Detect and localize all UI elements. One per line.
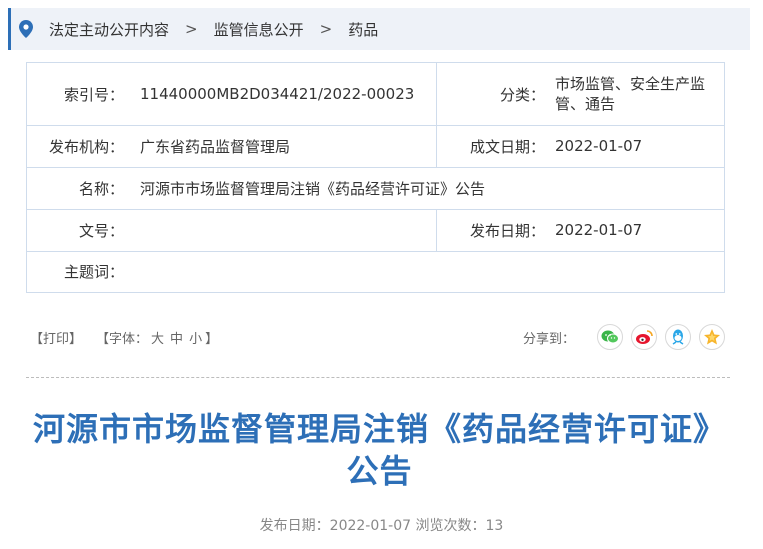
publisher-label: 发布机构： xyxy=(48,137,124,156)
font-size-control: 【字体：大中小】 xyxy=(96,328,218,347)
qq-icon[interactable] xyxy=(665,324,691,350)
article-title: 河源市市场监督管理局注销《药品经营许可证》公告 xyxy=(32,410,726,490)
font-size-large-button[interactable]: 大 xyxy=(151,332,164,347)
location-pin-icon xyxy=(19,20,37,38)
font-size-prefix: 【字体： xyxy=(96,331,149,347)
share-label: 分享到： xyxy=(522,331,575,347)
weibo-icon[interactable] xyxy=(631,324,657,350)
metadata-row-subject: 主题词： xyxy=(27,251,724,292)
name-label: 名称： xyxy=(78,179,124,198)
subject-label: 主题词： xyxy=(63,263,124,281)
font-size-medium-button[interactable]: 中 xyxy=(170,332,183,347)
wechat-icon[interactable] xyxy=(597,324,623,350)
breadcrumb-separator: > xyxy=(185,20,198,38)
doc-number-label: 文号： xyxy=(78,221,124,240)
article-toolbar: 【打印】 【字体：大中小】 分享到： xyxy=(30,320,725,354)
metadata-row-name: 名称： 河源市市场监督管理局注销《药品经营许可证》公告 xyxy=(27,167,724,210)
metadata-row-index: 索引号： 11440000MB2D034421/2022-00023 分类： 市… xyxy=(27,63,724,126)
print-button[interactable]: 【打印】 xyxy=(30,328,82,347)
breadcrumb-link-drugs[interactable]: 药品 xyxy=(348,19,378,40)
breadcrumb-link-supervision-info[interactable]: 监管信息公开 xyxy=(214,19,304,40)
breadcrumb: 法定主动公开内容 > 监管信息公开 > 药品 xyxy=(8,8,750,50)
article-publish-info: 发布日期：2022-01-07 浏览次数：13 xyxy=(259,518,504,534)
font-size-suffix: 】 xyxy=(205,331,219,347)
metadata-table: 索引号： 11440000MB2D034421/2022-00023 分类： 市… xyxy=(26,62,725,293)
publish-date-label: 发布日期： xyxy=(469,221,545,240)
breadcrumb-link-public-content[interactable]: 法定主动公开内容 xyxy=(49,19,169,40)
name-value: 河源市市场监督管理局注销《药品经营许可证》公告 xyxy=(140,179,486,198)
share-bar: 分享到： xyxy=(523,324,725,350)
index-label: 索引号： xyxy=(63,85,124,104)
written-date-value: 2022-01-07 xyxy=(555,137,643,155)
index-value: 11440000MB2D034421/2022-00023 xyxy=(140,85,415,103)
written-date-label: 成文日期： xyxy=(469,137,545,156)
publisher-value: 广东省药品监督管理局 xyxy=(140,137,291,156)
section-divider xyxy=(26,377,730,378)
font-size-small-button[interactable]: 小 xyxy=(189,332,202,347)
category-label: 分类： xyxy=(499,85,545,104)
metadata-row-publisher: 发布机构： 广东省药品监督管理局 成文日期： 2022-01-07 xyxy=(27,125,724,168)
publish-date-value: 2022-01-07 xyxy=(555,221,643,239)
category-value: 市场监管、安全生产监管、通告 xyxy=(555,75,706,113)
metadata-row-doc-number: 文号： 发布日期： 2022-01-07 xyxy=(27,209,724,252)
breadcrumb-separator: > xyxy=(319,20,333,38)
qzone-icon[interactable] xyxy=(699,324,725,350)
